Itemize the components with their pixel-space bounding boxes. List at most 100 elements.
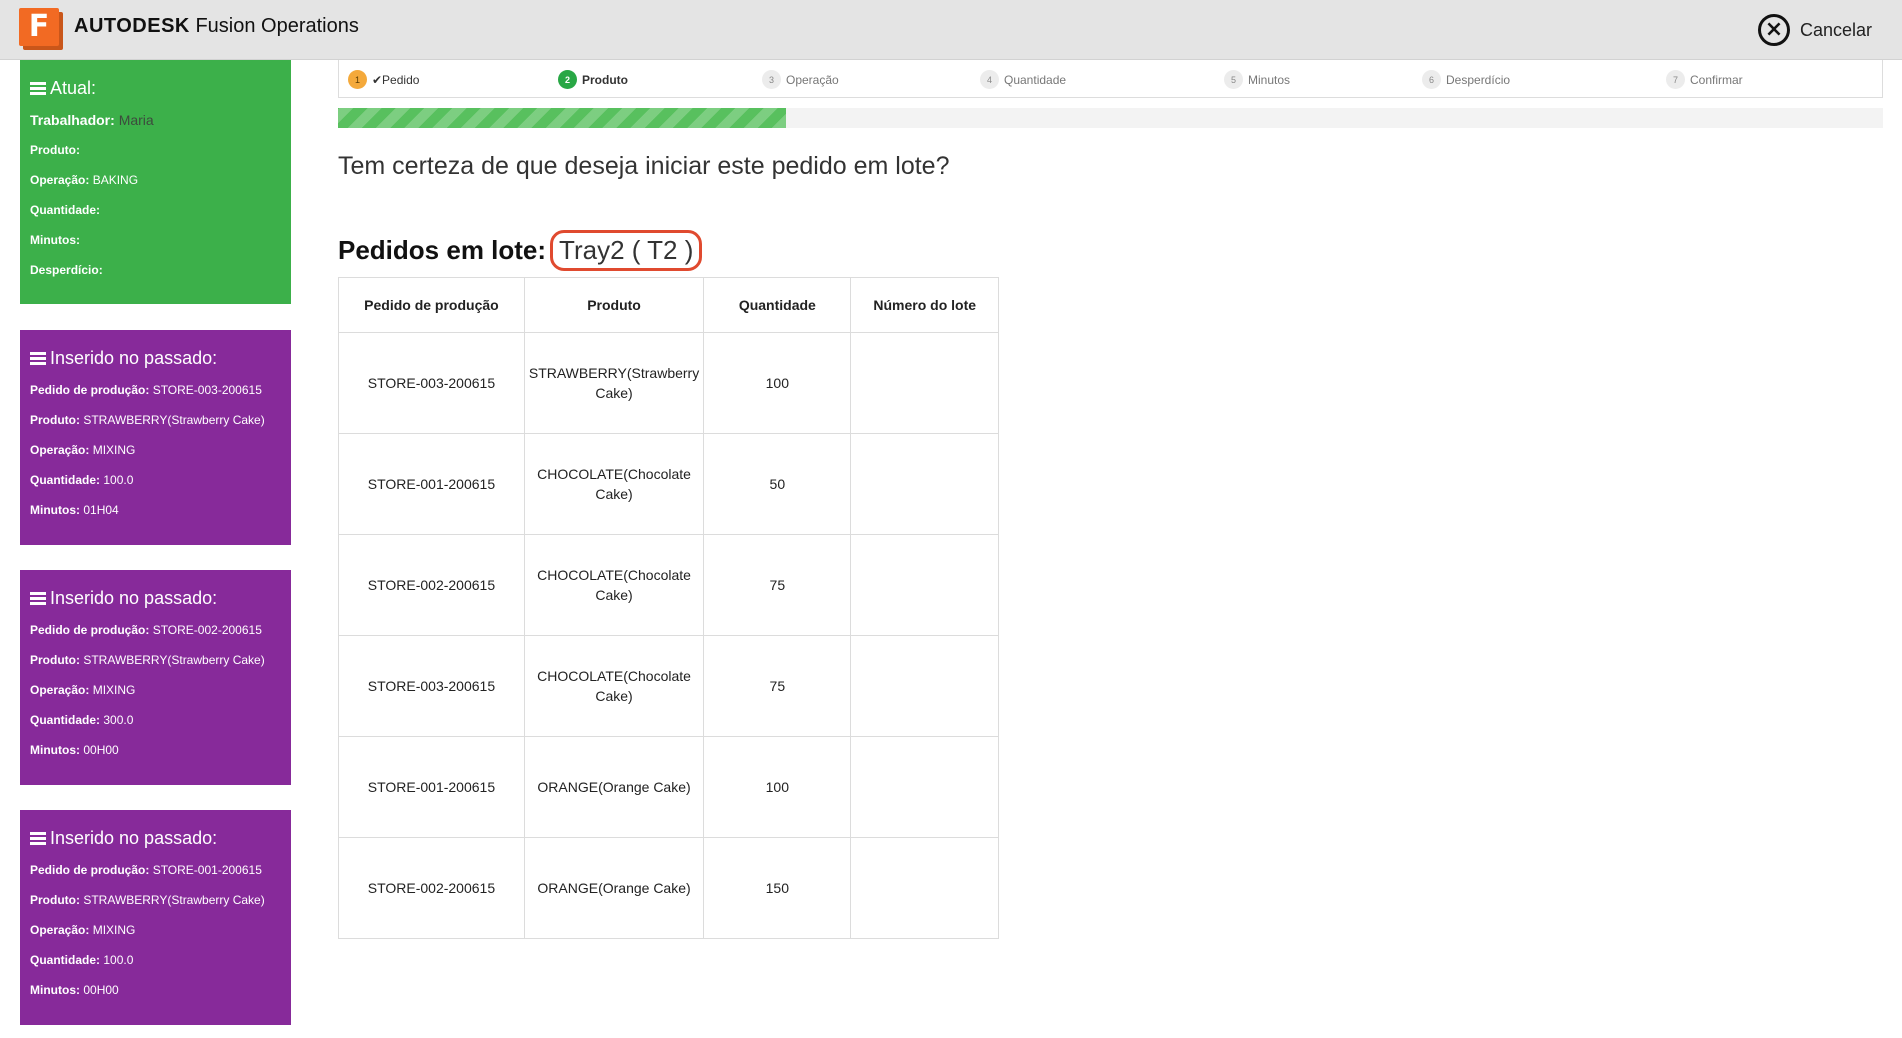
past-card-title: Inserido no passado:: [50, 828, 218, 848]
quantity-row: Quantidade:: [30, 203, 101, 217]
worker-row: Trabalhador: Maria: [30, 112, 154, 128]
step-label: ✔Pedido: [372, 72, 420, 87]
step-number: 6: [1422, 70, 1441, 89]
cell-quantity: 150: [703, 837, 852, 939]
batch-value: Tray2 ( T2 ): [550, 230, 703, 271]
batch-orders-table: Pedido de produção Produto Quantidade Nú…: [338, 277, 999, 939]
past-quantity-row: Quantidade: 100.0: [30, 473, 134, 487]
past-operation-row: Operação: MIXING: [30, 683, 136, 697]
table-row: STORE-001-200615 ORANGE(Orange Cake) 100: [338, 736, 999, 838]
step-pedido[interactable]: 1 ✔Pedido: [348, 70, 419, 89]
cell-order: STORE-001-200615: [338, 433, 525, 535]
cell-order: STORE-003-200615: [338, 332, 525, 434]
cell-lot-number[interactable]: [850, 736, 999, 838]
table-header-row: Pedido de produção Produto Quantidade Nú…: [338, 277, 999, 333]
step-label: Quantidade: [1004, 72, 1067, 87]
logo-letter: F: [19, 8, 59, 46]
table-row: STORE-002-200615 CHOCOLATE(Chocolate Cak…: [338, 534, 999, 636]
fusion-logo-icon: F: [19, 8, 63, 50]
cell-product: ORANGE(Orange Cake): [523, 736, 705, 838]
past-operation-row: Operação: MIXING: [30, 923, 136, 937]
step-number: 5: [1224, 70, 1243, 89]
cell-product: CHOCOLATE(Chocolate Cake): [523, 433, 705, 535]
cell-quantity: 100: [703, 332, 852, 434]
col-header-quantity: Quantidade: [703, 277, 852, 333]
cancel-label: Cancelar: [1799, 19, 1872, 40]
cancel-button[interactable]: × Cancelar: [1757, 14, 1872, 46]
app-title: AUTODESK Fusion Operations: [74, 15, 359, 38]
step-number: 2: [558, 70, 577, 89]
wizard-steps: 1 ✔Pedido 2 Produto 3 Operação 4 Quantidade …: [338, 60, 1883, 98]
past-card-title: Inserido no passado:: [50, 588, 218, 608]
confirm-question: Tem certeza de que deseja iniciar este p…: [338, 152, 950, 180]
step-confirmar[interactable]: 7 Confirmar: [1666, 70, 1743, 89]
past-entry-card: Inserido no passado: Pedido de produção:…: [20, 330, 291, 545]
progress-bar: [338, 108, 1883, 128]
past-product-row: Produto: STRAWBERRY(Strawberry Cake): [30, 413, 265, 427]
past-minutes-row: Minutos: 00H00: [30, 983, 119, 997]
minutes-row: Minutos:: [30, 233, 80, 247]
past-card-title: Inserido no passado:: [50, 348, 218, 368]
col-header-lot-number: Número do lote: [850, 277, 999, 333]
cell-lot-number[interactable]: [850, 534, 999, 636]
batch-heading: Pedidos em lote: Tray2 ( T2 ): [338, 230, 703, 271]
cell-order: STORE-001-200615: [338, 736, 525, 838]
past-minutes-row: Minutos: 00H00: [30, 743, 119, 757]
cell-lot-number[interactable]: [850, 332, 999, 434]
past-order-row: Pedido de produção: STORE-003-200615: [30, 383, 262, 397]
cell-quantity: 75: [703, 534, 852, 636]
table-row: STORE-001-200615 CHOCOLATE(Chocolate Cak…: [338, 433, 999, 535]
cell-quantity: 75: [703, 635, 852, 737]
past-operation-row: Operação: MIXING: [30, 443, 136, 457]
menu-icon: [30, 350, 46, 367]
menu-icon: [30, 590, 46, 607]
step-label: Confirmar: [1690, 72, 1743, 87]
past-product-row: Produto: STRAWBERRY(Strawberry Cake): [30, 893, 265, 907]
step-produto[interactable]: 2 Produto: [558, 70, 628, 89]
step-desperdicio[interactable]: 6 Desperdício: [1422, 70, 1510, 89]
step-label: Minutos: [1248, 72, 1291, 87]
cell-product: STRAWBERRY(Strawberry Cake): [523, 332, 705, 434]
menu-icon: [30, 80, 46, 97]
step-label: Desperdício: [1446, 72, 1511, 87]
step-operacao[interactable]: 3 Operação: [762, 70, 839, 89]
cell-lot-number[interactable]: [850, 635, 999, 737]
current-info-card: Atual: Trabalhador: Maria Produto: Opera…: [20, 60, 291, 304]
close-circle-icon: ×: [1757, 14, 1790, 46]
cell-product: CHOCOLATE(Chocolate Cake): [523, 534, 705, 636]
col-header-product: Produto: [523, 277, 705, 333]
step-quantidade[interactable]: 4 Quantidade: [980, 70, 1066, 89]
cell-quantity: 50: [703, 433, 852, 535]
top-bar: F AUTODESK Fusion Operations × Cancelar: [0, 0, 1902, 60]
cell-order: STORE-002-200615: [338, 837, 525, 939]
table-row: STORE-003-200615 CHOCOLATE(Chocolate Cak…: [338, 635, 999, 737]
table-row: STORE-003-200615 STRAWBERRY(Strawberry C…: [338, 332, 999, 434]
past-quantity-row: Quantidade: 300.0: [30, 713, 134, 727]
cell-lot-number[interactable]: [850, 837, 999, 939]
progress-fill: [338, 108, 787, 128]
step-label: Produto: [582, 72, 628, 87]
step-label: Operação: [786, 72, 839, 87]
past-entry-card: Inserido no passado: Pedido de produção:…: [20, 570, 291, 785]
step-minutos[interactable]: 5 Minutos: [1224, 70, 1290, 89]
col-header-order: Pedido de produção: [338, 277, 525, 333]
operation-value: BAKING: [92, 173, 139, 187]
step-number: 3: [762, 70, 781, 89]
worker-value: Maria: [118, 112, 154, 128]
past-entry-card: Inserido no passado: Pedido de produção:…: [20, 810, 291, 1025]
cell-quantity: 100: [703, 736, 852, 838]
operation-row: Operação: BAKING: [30, 173, 139, 187]
past-order-row: Pedido de produção: STORE-002-200615: [30, 623, 262, 637]
past-quantity-row: Quantidade: 100.0: [30, 953, 134, 967]
current-card-header: Atual:: [30, 78, 281, 99]
past-minutes-row: Minutos: 01H04: [30, 503, 119, 517]
cell-lot-number[interactable]: [850, 433, 999, 535]
step-number: 4: [980, 70, 999, 89]
table-row: STORE-002-200615 ORANGE(Orange Cake) 150: [338, 837, 999, 939]
product-name: Fusion Operations: [195, 15, 359, 37]
batch-label: Pedidos em lote:: [338, 235, 547, 265]
past-product-row: Produto: STRAWBERRY(Strawberry Cake): [30, 653, 265, 667]
brand-name: AUTODESK: [74, 15, 190, 37]
cell-product: ORANGE(Orange Cake): [523, 837, 705, 939]
cell-product: CHOCOLATE(Chocolate Cake): [523, 635, 705, 737]
